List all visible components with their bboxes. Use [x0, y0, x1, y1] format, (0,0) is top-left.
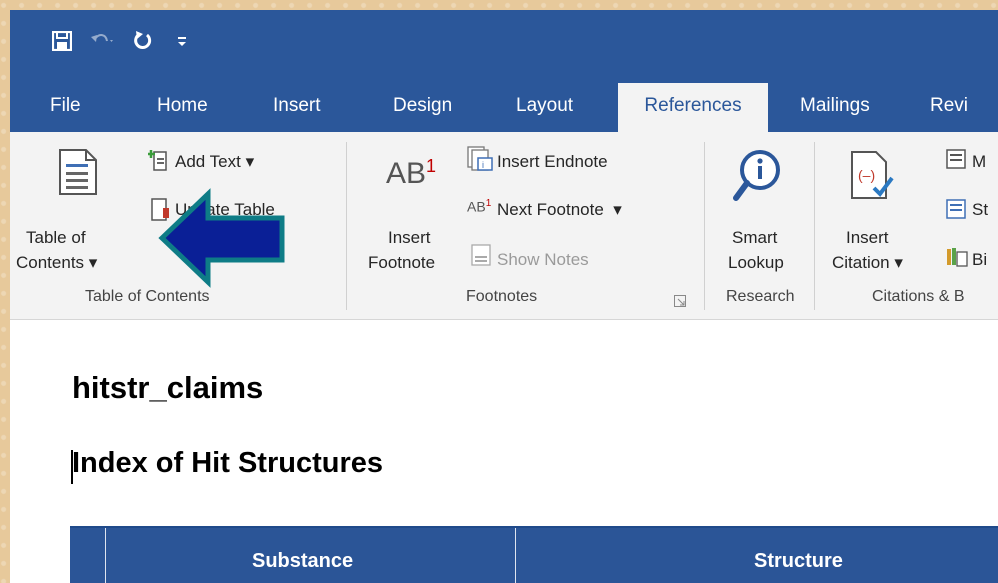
group-label-citations: Citations & B: [872, 288, 965, 305]
redo-icon[interactable]: [128, 27, 156, 55]
tab-references[interactable]: References: [618, 83, 768, 132]
insert-footnote-label-1: Insert: [388, 228, 431, 247]
save-icon[interactable]: [48, 27, 76, 55]
table-header-structure: Structure: [754, 550, 843, 572]
title-bar: [10, 10, 998, 80]
insert-footnote-label-2: Footnote: [368, 253, 436, 272]
manage-sources-icon: [946, 148, 970, 176]
group-separator: [704, 142, 705, 310]
tab-review[interactable]: Revi: [918, 80, 980, 132]
insert-citation-label-1: Insert: [846, 228, 889, 247]
smart-lookup-icon: [733, 150, 780, 201]
word-window: File Home Insert Design Layout Reference…: [10, 10, 998, 583]
table-header-row: Substance Structure: [70, 526, 998, 583]
group-label-research: Research: [726, 288, 795, 305]
document-page[interactable]: hitstr_claims Index of Hit Structures Su…: [10, 320, 998, 583]
tab-mailings[interactable]: Mailings: [788, 80, 882, 132]
insert-footnote-button[interactable]: AB1 Insert Footnote: [368, 142, 464, 282]
style-icon: [946, 198, 970, 226]
quick-access-toolbar: [48, 26, 208, 56]
bibliography-button[interactable]: Bi: [972, 250, 987, 270]
add-text-icon: [147, 148, 172, 176]
svg-text:(–): (–): [858, 167, 875, 183]
tab-file[interactable]: File: [38, 80, 93, 132]
insert-citation-button[interactable]: (–) Insert Citation ▾: [822, 142, 922, 282]
insert-endnote-icon: i: [467, 146, 495, 176]
footnote-icon: AB1: [386, 156, 437, 190]
document-heading: Index of Hit Structures: [72, 447, 383, 479]
tab-layout[interactable]: Layout: [504, 80, 585, 132]
insert-citation-label-2: Citation ▾: [832, 253, 903, 272]
add-text-button[interactable]: Add Text ▾: [175, 152, 254, 172]
manage-sources-button[interactable]: M: [972, 152, 986, 172]
tab-home[interactable]: Home: [145, 80, 220, 132]
table-column-divider: [515, 528, 516, 583]
group-label-footnotes: Footnotes: [466, 288, 538, 305]
smart-lookup-label-2: Lookup: [728, 253, 784, 272]
next-footnote-icon: AB1: [467, 198, 492, 215]
insert-citation-icon: (–): [851, 151, 894, 199]
annotation-arrow-icon: [158, 188, 285, 288]
table-column-divider: [105, 528, 106, 583]
bibliography-icon: [946, 246, 970, 274]
next-footnote-button[interactable]: Next Footnote ▾: [497, 200, 622, 220]
group-label-toc: Table of Contents: [85, 288, 210, 305]
smart-lookup-button[interactable]: Smart Lookup: [714, 142, 806, 282]
smart-lookup-label-1: Smart: [732, 228, 778, 247]
table-of-contents-icon: [59, 149, 97, 195]
dialog-launcher-icon[interactable]: [674, 292, 686, 311]
group-separator: [814, 142, 815, 310]
show-notes-button[interactable]: Show Notes: [497, 250, 589, 270]
tab-insert[interactable]: Insert: [261, 80, 333, 132]
table-header-substance: Substance: [252, 550, 354, 572]
style-dropdown[interactable]: St: [972, 200, 988, 220]
document-title: hitstr_claims: [72, 370, 264, 405]
svg-text:i: i: [482, 160, 484, 170]
insert-endnote-button[interactable]: Insert Endnote: [497, 152, 608, 172]
show-notes-icon: [471, 244, 493, 272]
group-separator: [346, 142, 347, 310]
table-of-contents-button[interactable]: Table of Contents ▾: [16, 142, 136, 282]
customize-qat-icon[interactable]: [168, 27, 196, 55]
toc-button-label-2: Contents ▾: [16, 253, 98, 272]
ribbon-tabs: File Home Insert Design Layout Reference…: [10, 80, 998, 132]
tab-design[interactable]: Design: [381, 80, 464, 132]
undo-icon[interactable]: [88, 27, 116, 55]
toc-button-label-1: Table of: [26, 228, 86, 247]
